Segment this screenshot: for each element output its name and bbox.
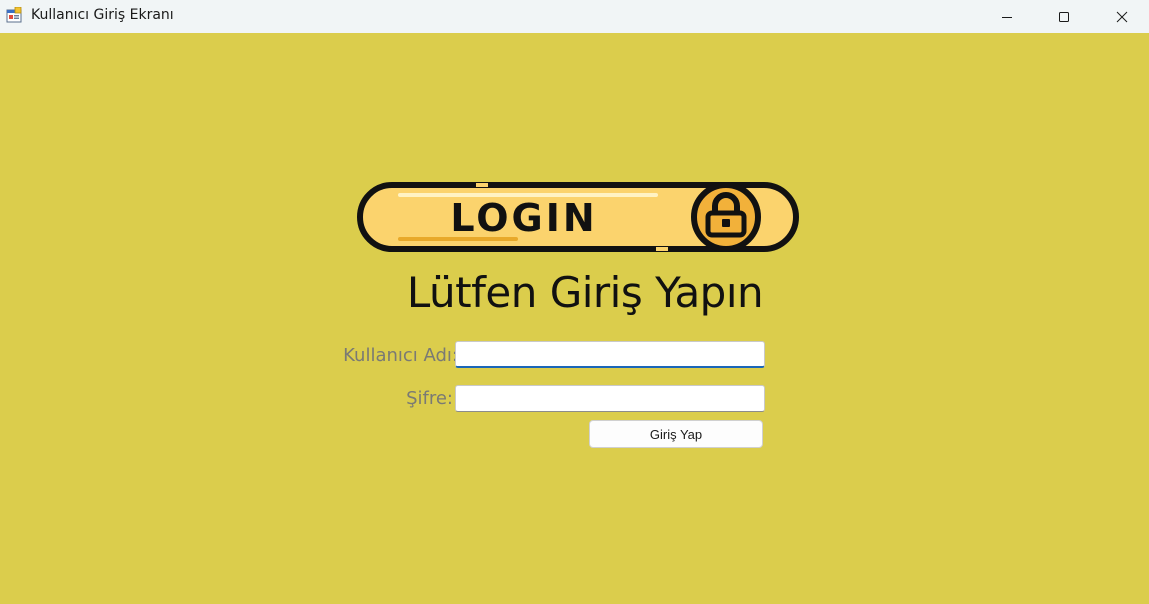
window-title: Kullanıcı Giriş Ekranı bbox=[31, 7, 174, 23]
app-form-icon bbox=[6, 6, 22, 23]
title-bar[interactable]: Kullanıcı Giriş Ekranı bbox=[0, 0, 1149, 33]
minimize-icon bbox=[1001, 11, 1013, 23]
password-input[interactable] bbox=[455, 385, 765, 412]
minimize-button[interactable] bbox=[984, 0, 1030, 33]
close-icon bbox=[1116, 11, 1128, 23]
maximize-icon bbox=[1058, 11, 1070, 23]
username-label: Kullanıcı Adı: bbox=[343, 345, 458, 366]
maximize-button[interactable] bbox=[1041, 0, 1087, 33]
login-window: Kullanıcı Giriş Ekranı LOGIN Lütfen Giri… bbox=[0, 0, 1149, 604]
login-logo: LOGIN bbox=[357, 182, 799, 252]
page-heading: Lütfen Giriş Yapın bbox=[406, 268, 764, 317]
login-button[interactable]: Giriş Yap bbox=[589, 420, 763, 448]
username-input[interactable] bbox=[455, 341, 765, 368]
password-label: Şifre: bbox=[406, 388, 453, 409]
close-button[interactable] bbox=[1099, 0, 1145, 33]
logo-text: LOGIN bbox=[450, 196, 597, 240]
